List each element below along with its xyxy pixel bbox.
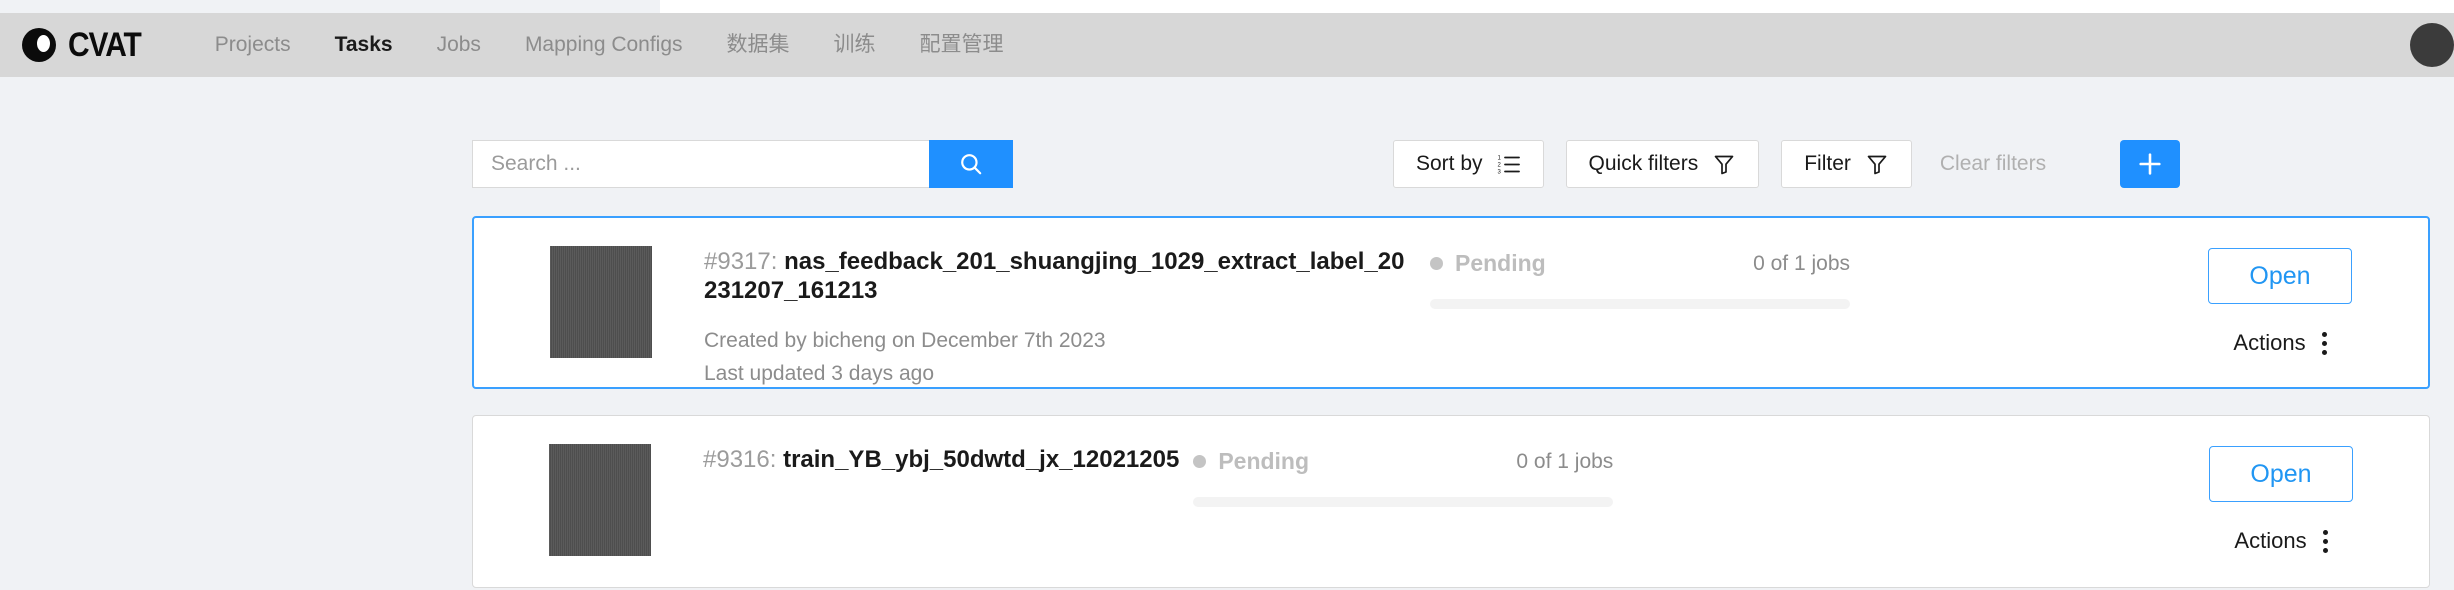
plus-icon	[2139, 153, 2161, 175]
task-title[interactable]: #9317: nas_feedback_201_shuangjing_1029_…	[704, 248, 1416, 306]
task-status-block: Pending 0 of 1 jobs	[1193, 446, 1614, 507]
task-id: #9316:	[703, 446, 777, 473]
clear-filters-button[interactable]: Clear filters	[1934, 152, 2052, 176]
tasks-toolbar: Sort by 1 2 3 Quick filters Filter Clear…	[0, 128, 2454, 200]
svg-text:2: 2	[1497, 163, 1501, 169]
task-jobs-count: 0 of 1 jobs	[1516, 449, 1614, 473]
task-jobs-count: 0 of 1 jobs	[1753, 251, 1850, 275]
task-name: nas_feedback_201_shuangjing_1029_extract…	[704, 248, 1405, 304]
task-status-line: Pending 0 of 1 jobs	[1193, 448, 1613, 475]
filter-button[interactable]: Filter	[1781, 140, 1912, 188]
search-group	[472, 140, 1013, 188]
task-title-row: #9316: train_YB_ybj_50dwtd_jx_12021205 P…	[703, 446, 2133, 507]
task-card-actions: Open Actions	[2133, 416, 2429, 554]
sort-numeric-list-icon: 1 2 3	[1497, 156, 1520, 176]
kebab-menu-icon	[2322, 529, 2328, 553]
status-dot-icon	[1430, 257, 1443, 270]
sort-by-button[interactable]: Sort by 1 2 3	[1393, 140, 1544, 188]
actions-label: Actions	[2234, 528, 2307, 553]
search-input[interactable]	[472, 140, 929, 188]
task-status-line: Pending 0 of 1 jobs	[1430, 250, 1850, 277]
task-thumbnail-image	[549, 444, 651, 556]
actions-menu-button[interactable]: Actions	[2233, 330, 2327, 356]
task-updated-text: Last updated 3 days ago	[704, 361, 935, 385]
brand-logo[interactable]: CVAT	[22, 26, 151, 65]
svg-text:1: 1	[1497, 156, 1501, 162]
open-button[interactable]: Open	[2209, 446, 2353, 502]
task-id: #9317:	[704, 248, 778, 275]
task-card-main: #9316: train_YB_ybj_50dwtd_jx_12021205 P…	[651, 416, 2133, 507]
funnel-icon	[1867, 155, 1887, 175]
task-status-block: Pending 0 of 1 jobs	[1430, 248, 1850, 309]
actions-label: Actions	[2233, 330, 2306, 355]
task-meta: Created by bicheng on December 7th 2023 …	[704, 325, 2132, 390]
search-icon	[961, 154, 982, 175]
nav-item-projects[interactable]: Projects	[193, 13, 313, 77]
filter-label: Filter	[1804, 152, 1851, 175]
user-avatar-icon[interactable]	[2410, 23, 2454, 67]
task-card[interactable]: #9316: train_YB_ybj_50dwtd_jx_12021205 P…	[472, 415, 2430, 588]
task-name: train_YB_ybj_50dwtd_jx_12021205	[783, 446, 1180, 473]
actions-menu-button[interactable]: Actions	[2234, 528, 2328, 554]
nav-item-mapping-configs[interactable]: Mapping Configs	[503, 13, 705, 77]
header-right	[2410, 23, 2454, 67]
nav-item-tasks[interactable]: Tasks	[313, 13, 415, 77]
task-progress-bar	[1430, 299, 1850, 309]
quick-filters-label: Quick filters	[1588, 152, 1699, 175]
main-nav: Projects Tasks Jobs Mapping Configs 数据集 …	[193, 13, 1026, 77]
create-task-button[interactable]	[2120, 140, 2181, 188]
status-badge: Pending	[1455, 250, 1546, 276]
nav-item-jobs[interactable]: Jobs	[415, 13, 503, 77]
task-thumbnail-image	[550, 246, 652, 358]
quick-filters-button[interactable]: Quick filters	[1565, 140, 1760, 188]
task-card-actions: Open Actions	[2132, 218, 2428, 356]
status-dot-icon	[1193, 455, 1207, 468]
app-header: CVAT Projects Tasks Jobs Mapping Configs…	[0, 13, 2454, 77]
nav-item-datasets[interactable]: 数据集	[705, 13, 812, 77]
svg-text:3: 3	[1497, 170, 1501, 176]
task-title-row: #9317: nas_feedback_201_shuangjing_1029_…	[704, 248, 2132, 309]
page-top-strip	[0, 0, 2454, 13]
task-card-main: #9317: nas_feedback_201_shuangjing_1029_…	[652, 218, 2132, 390]
task-list: #9317: nas_feedback_201_shuangjing_1029_…	[472, 216, 2430, 590]
open-button[interactable]: Open	[2208, 248, 2352, 304]
task-created-text: Created by bicheng on December 7th 2023	[704, 329, 1106, 352]
task-title[interactable]: #9316: train_YB_ybj_50dwtd_jx_12021205	[703, 446, 1179, 475]
search-button[interactable]	[929, 140, 1013, 188]
nav-item-training[interactable]: 训练	[812, 13, 898, 77]
toolbar-actions: Sort by 1 2 3 Quick filters Filter Clear…	[1393, 140, 2181, 188]
status-badge: Pending	[1218, 448, 1310, 474]
task-progress-bar	[1193, 497, 1614, 507]
brand-name: CVAT	[68, 25, 142, 64]
browser-content-notch	[660, 0, 2454, 13]
task-card[interactable]: #9317: nas_feedback_201_shuangjing_1029_…	[472, 216, 2430, 389]
sort-by-label: Sort by	[1416, 152, 1483, 175]
nav-item-config-management[interactable]: 配置管理	[898, 13, 1026, 77]
cvat-logo-icon	[22, 26, 60, 64]
funnel-icon	[1714, 155, 1734, 175]
kebab-menu-icon	[2321, 331, 2327, 355]
